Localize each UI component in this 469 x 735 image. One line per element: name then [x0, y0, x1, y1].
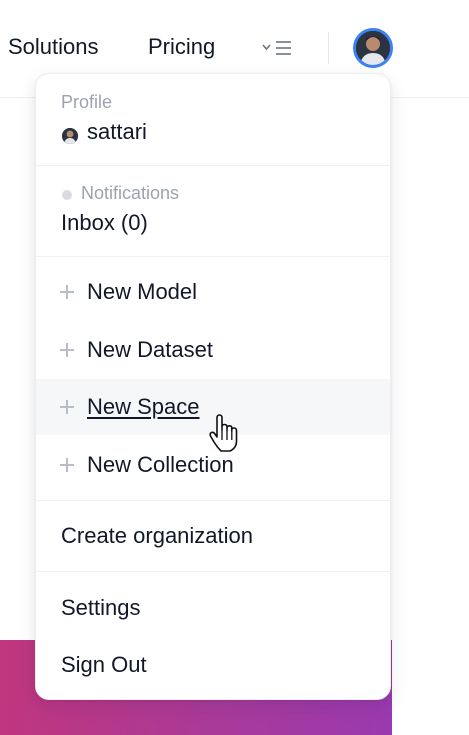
create-organization-item[interactable]: Create organization: [36, 508, 390, 564]
profile-label: Profile: [61, 92, 113, 112]
menu-divider: [36, 165, 390, 166]
inbox-link[interactable]: Inbox (0): [61, 210, 148, 236]
new-space-label: New Space: [87, 394, 200, 419]
notification-dot-icon: [62, 190, 72, 200]
plus-icon: [60, 343, 74, 357]
new-model-label: New Model: [87, 279, 198, 304]
new-dataset-label: New Dataset: [87, 337, 213, 362]
sign-out-item[interactable]: Sign Out: [36, 637, 390, 693]
plus-icon: [60, 285, 74, 299]
notifications-label: Notifications: [81, 183, 180, 203]
hand-cursor-icon: [208, 414, 244, 454]
new-dataset-item[interactable]: New Dataset: [36, 322, 390, 378]
menu-divider: [36, 500, 390, 501]
plus-icon: [60, 400, 74, 414]
menu-divider: [36, 571, 390, 572]
profile-username-link[interactable]: sattari: [87, 119, 147, 145]
menu-divider: [36, 256, 390, 257]
menu-chevron-icon[interactable]: [261, 36, 295, 60]
plus-icon: [60, 458, 74, 472]
sign-out-label: Sign Out: [61, 652, 147, 677]
profile-avatar-icon: [62, 128, 78, 144]
new-model-item[interactable]: New Model: [36, 264, 390, 320]
settings-item[interactable]: Settings: [36, 580, 390, 636]
create-organization-label: Create organization: [61, 523, 254, 548]
nav-solutions-link[interactable]: Solutions: [8, 33, 99, 61]
user-dropdown-menu: Profile sattari Notifications Inbox (0) …: [35, 73, 391, 700]
settings-label: Settings: [61, 595, 141, 620]
nav-pricing-link[interactable]: Pricing: [148, 33, 215, 61]
nav-divider: [328, 32, 329, 64]
new-collection-label: New Collection: [87, 452, 234, 477]
user-avatar[interactable]: [353, 28, 393, 68]
